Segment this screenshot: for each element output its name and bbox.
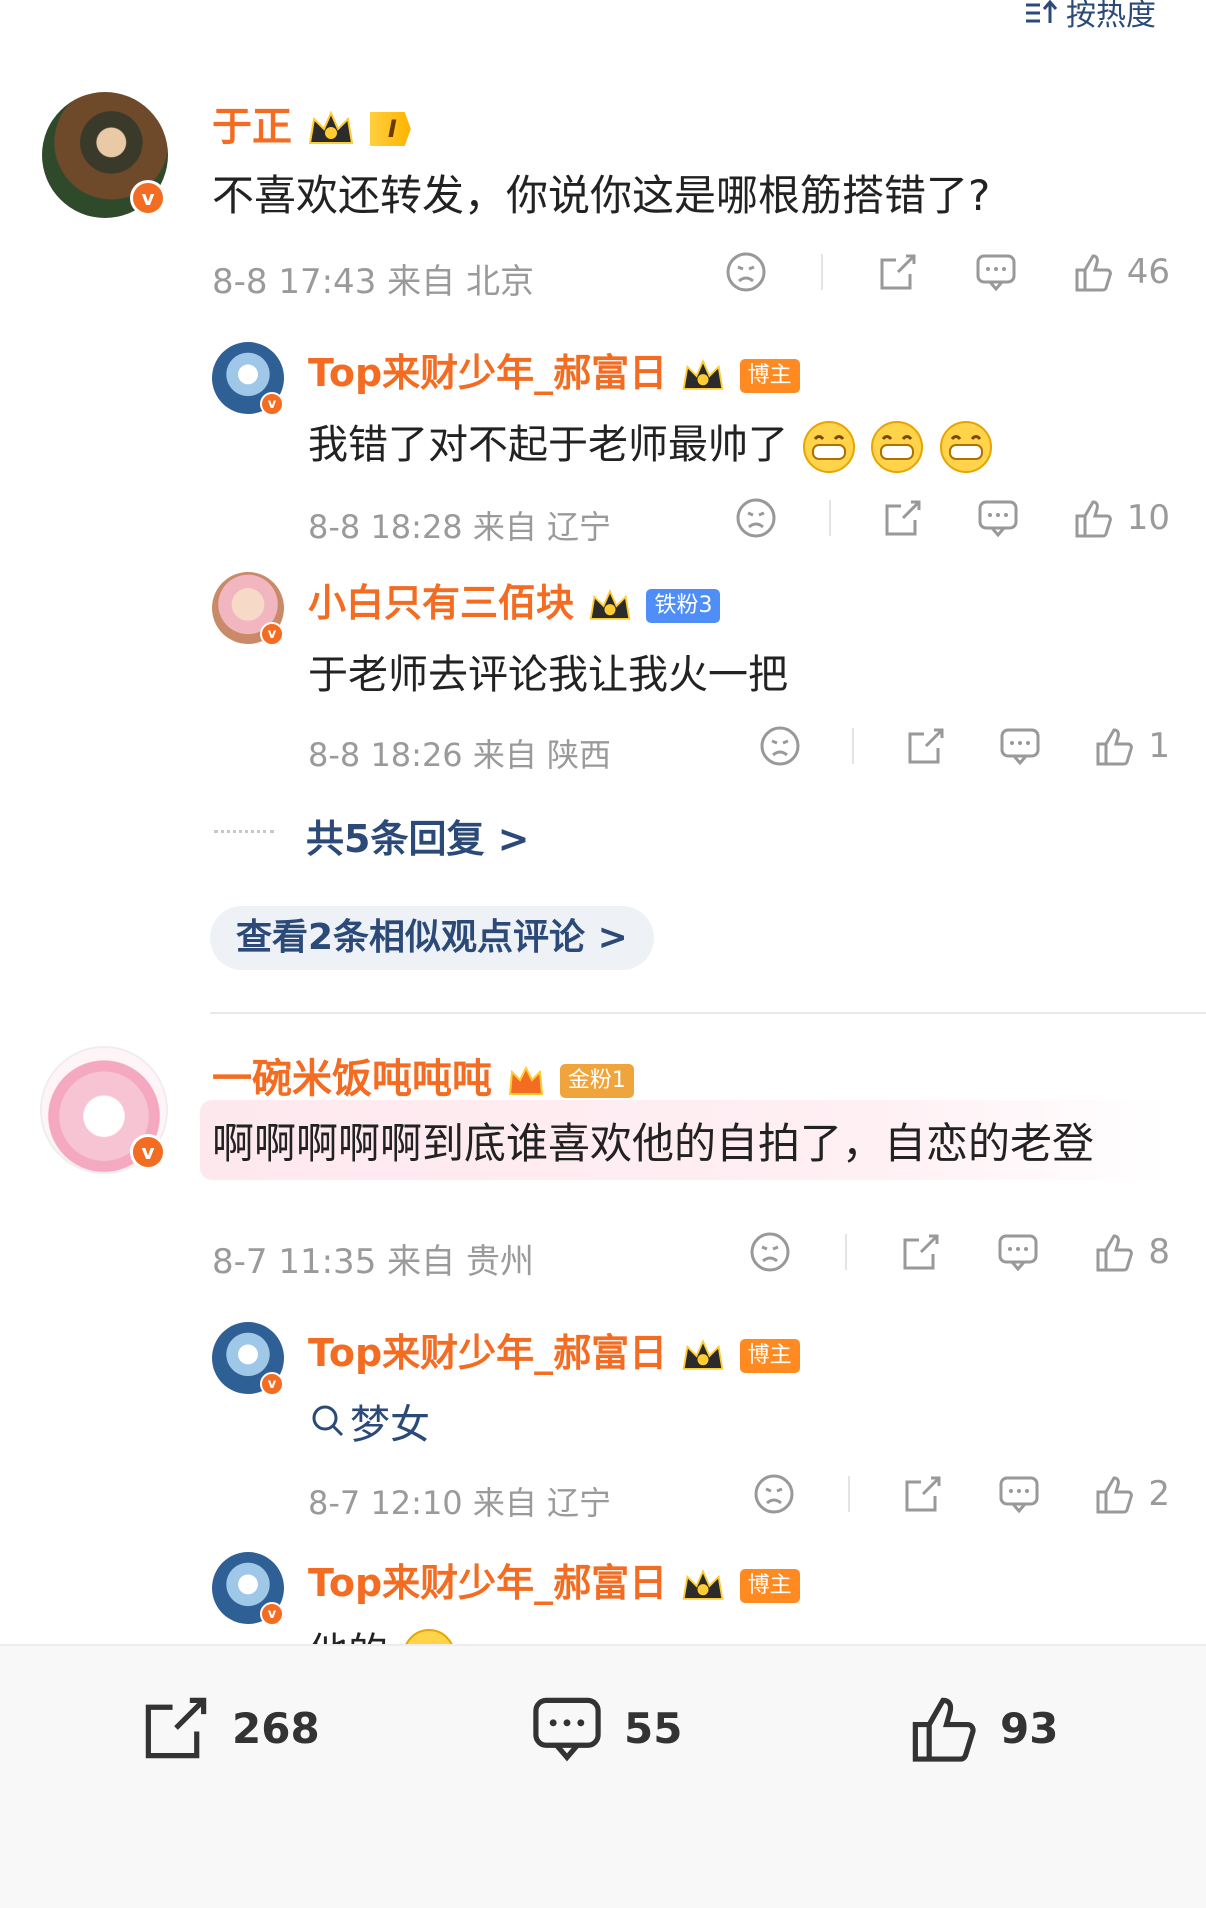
verified-icon: v: [260, 1602, 284, 1626]
thumbs-up-icon: [912, 1697, 976, 1762]
repost-count: 268: [232, 1703, 320, 1753]
comment-text: 不喜欢还转发，你说你这是哪根筋搭错了?: [212, 171, 991, 220]
similar-comments-button[interactable]: 查看2条相似观点评论 >: [210, 906, 654, 970]
reply-username[interactable]: 小白只有三佰块 铁粉3: [308, 572, 721, 627]
dots-separator: [214, 830, 274, 833]
comment-button[interactable]: 55: [528, 1690, 682, 1766]
comment-divider: [210, 1012, 1206, 1014]
reply-icon[interactable]: [996, 1230, 1040, 1274]
dislike-icon[interactable]: [748, 1230, 792, 1274]
reply-username[interactable]: Top来财少年_郝富日 博主: [308, 342, 800, 397]
like-button[interactable]: 2: [1092, 1472, 1170, 1516]
reply-text: 梦女: [310, 1392, 430, 1450]
reply-meta: 8-8 18:28 来自 辽宁: [308, 508, 612, 546]
like-button[interactable]: 93: [904, 1690, 1058, 1766]
like-count: 93: [1000, 1703, 1059, 1753]
host-badge: 博主: [739, 358, 800, 393]
comment-count: 55: [624, 1703, 683, 1753]
verified-icon: v: [260, 1372, 284, 1396]
comment-actions: 8: [748, 1230, 1170, 1274]
divider: [844, 1234, 847, 1270]
verified-icon: v: [130, 1134, 166, 1170]
comment-meta: 8-7 11:35 来自 贵州: [212, 1242, 534, 1282]
verified-icon: v: [260, 392, 284, 416]
reply-username[interactable]: Top来财少年_郝富日 博主: [308, 1322, 800, 1377]
crown-icon: [683, 1338, 724, 1370]
divider: [821, 254, 824, 290]
crown-icon: [683, 1568, 724, 1600]
fan-badge: 金粉1: [559, 1064, 634, 1098]
like-count: 10: [1126, 498, 1170, 538]
comment-username[interactable]: 于正 I: [212, 94, 411, 152]
reply-meta: 8-8 18:26 来自 陕西: [308, 736, 612, 774]
dislike-icon[interactable]: [752, 1472, 796, 1516]
divider: [828, 500, 831, 536]
thumbs-up-icon: [1096, 728, 1134, 766]
repost-button[interactable]: 268: [138, 1690, 320, 1766]
verified-icon: v: [260, 622, 284, 646]
sort-toggle[interactable]: 按热度: [1024, 0, 1156, 34]
reply-icon[interactable]: [976, 496, 1020, 540]
reply-actions: 1: [758, 724, 1170, 768]
reply-text: 我错了对不起于老师最帅了: [308, 412, 994, 475]
comment-username[interactable]: 一碗米饭吨吨吨 金粉1: [212, 1046, 634, 1104]
crown-icon: [589, 588, 631, 620]
thumbs-up-icon: [1075, 500, 1112, 538]
like-button[interactable]: 8: [1092, 1230, 1170, 1274]
bottom-action-bar: 268 55 93: [0, 1644, 1206, 1908]
fan-badge: 铁粉3: [646, 588, 721, 623]
sort-label: 按热度: [1066, 0, 1156, 33]
search-icon: [312, 1405, 344, 1437]
sort-icon: [1026, 0, 1058, 23]
like-button[interactable]: 1: [1092, 724, 1170, 768]
share-icon[interactable]: [881, 496, 925, 540]
reply-actions: 2: [752, 1472, 1170, 1516]
like-count: 1: [1148, 726, 1170, 766]
reply-icon[interactable]: [974, 250, 1018, 294]
share-icon: [145, 1697, 207, 1759]
dislike-icon[interactable]: [758, 724, 802, 768]
comment-actions: 46: [724, 250, 1170, 294]
like-count: 8: [1148, 1232, 1170, 1272]
divider: [852, 728, 855, 764]
reply-text: 于老师去评论我让我火一把: [308, 652, 788, 698]
fan-crown-icon: [508, 1065, 544, 1095]
thumbs-up-icon: [1096, 1476, 1134, 1514]
host-badge: 博主: [739, 1338, 800, 1373]
crown-icon: [683, 358, 724, 390]
reply-icon[interactable]: [998, 724, 1042, 768]
share-icon[interactable]: [904, 724, 948, 768]
thumbs-up-icon: [1096, 1234, 1134, 1272]
comment-meta: 8-8 17:43 来自 北京: [212, 262, 534, 302]
reply-username[interactable]: Top来财少年_郝富日 博主: [308, 1552, 800, 1607]
host-badge: 博主: [739, 1568, 800, 1603]
dislike-icon[interactable]: [734, 496, 778, 540]
crown-icon: [308, 110, 354, 144]
share-icon[interactable]: [876, 250, 920, 294]
grin-emoji-icon: [940, 421, 993, 473]
grin-emoji-icon: [871, 421, 924, 473]
grin-emoji-icon: [802, 421, 855, 473]
rank-badge: I: [369, 112, 411, 146]
reply-icon[interactable]: [997, 1472, 1041, 1516]
like-button[interactable]: 10: [1071, 496, 1170, 540]
more-replies-link[interactable]: 共5条回复 >: [306, 808, 530, 863]
divider: [847, 1476, 850, 1512]
share-icon[interactable]: [901, 1472, 945, 1516]
reply-meta: 8-7 12:10 来自 辽宁: [308, 1484, 612, 1522]
reply-actions: 10: [734, 496, 1170, 540]
search-topic-link[interactable]: 梦女: [350, 1392, 430, 1450]
verified-icon: v: [130, 180, 166, 216]
share-icon[interactable]: [899, 1230, 943, 1274]
comment-icon: [533, 1697, 601, 1762]
like-button[interactable]: 46: [1071, 250, 1170, 294]
thumbs-up-icon: [1075, 254, 1112, 292]
like-count: 46: [1126, 252, 1170, 292]
like-count: 2: [1148, 1474, 1170, 1514]
dislike-icon[interactable]: [724, 250, 768, 294]
comment-text: 啊啊啊啊啊到底谁喜欢他的自拍了，自恋的老登: [212, 1119, 1095, 1168]
